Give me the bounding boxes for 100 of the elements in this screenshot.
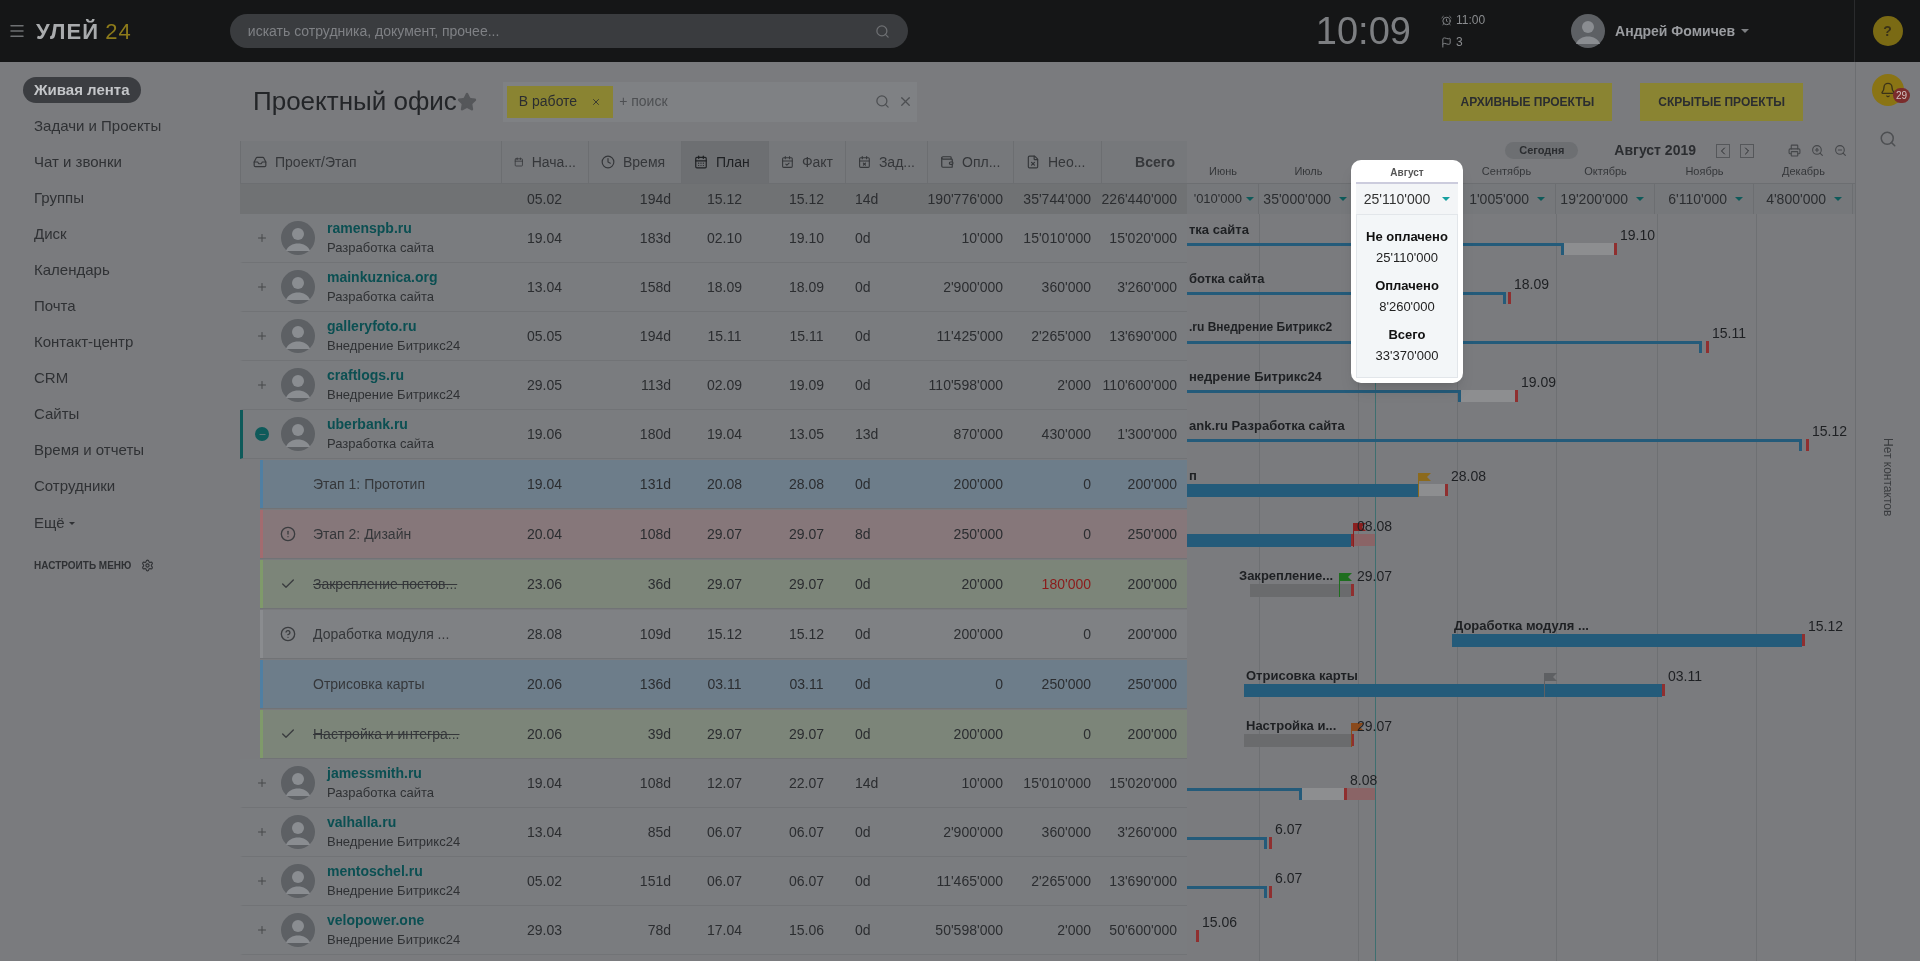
user-menu[interactable]: Андрей Фомичев [1615, 20, 1750, 42]
sidebar-item[interactable]: Сайты [23, 402, 91, 426]
hidden-projects-button[interactable]: СКРЫТЫЕ ПРОЕКТЫ [1640, 82, 1803, 121]
project-link[interactable]: velopower.one [327, 911, 461, 930]
search-icon[interactable] [874, 23, 890, 39]
expand-icon[interactable] [256, 232, 268, 244]
stage-name[interactable]: Отрисовка карты [313, 673, 425, 695]
sidebar-item[interactable]: Сотрудники [23, 474, 127, 498]
stage-row[interactable]: Этап 2: Дизайн 20.04 108d 29.07 29.07 8d 250'000 0 250'000 [260, 510, 1187, 559]
project-row[interactable]: uberbank.ru Разработка сайта 19.06 180d 19.04 13.05 13d 870'000 430'000 1'300'000 [240, 410, 1187, 459]
collapse-button[interactable] [255, 427, 269, 441]
month-total-cell[interactable]: 19'200'000 [1556, 184, 1655, 214]
month-total-cell[interactable]: 6'110'000 [1655, 184, 1754, 214]
table-cell-text: 0d [855, 871, 871, 891]
expand-icon[interactable] [256, 281, 268, 293]
sidebar-item[interactable]: Время и отчеты [23, 438, 156, 462]
project-link[interactable]: ramenspb.ru [327, 219, 434, 238]
sidebar-item[interactable]: Группы [23, 186, 95, 210]
column-header[interactable]: Всего [1101, 141, 1187, 183]
search-input[interactable]: искать сотрудника, документ, прочее... [247, 20, 875, 42]
project-link[interactable]: uberbank.ru [327, 415, 434, 434]
project-link[interactable]: jamessmith.ru [327, 764, 434, 783]
expand-icon[interactable] [256, 379, 268, 391]
expand-icon[interactable] [256, 924, 268, 936]
sidebar-item[interactable]: Почта [23, 294, 87, 318]
column-header[interactable]: Нача... [501, 141, 588, 183]
today-button[interactable]: Сегодня [1505, 142, 1579, 159]
search-field[interactable]: искать сотрудника, документ, прочее... [229, 14, 908, 48]
stage-row[interactable]: Отрисовка карты 20.06 136d 03.11 03.11 0d 0 250'000 250'000 [260, 660, 1187, 709]
expand-icon[interactable] [256, 777, 268, 789]
menu-icon[interactable] [8, 22, 26, 40]
month-total[interactable]: 4'800'000 [1766, 188, 1826, 210]
help-button[interactable]: ? [1872, 16, 1903, 46]
column-header[interactable]: Опл... [927, 141, 1013, 183]
stage-row[interactable]: Доработка модуля ... 28.08 109d 15.12 15.12 0d 200'000 0 200'000 [260, 610, 1187, 659]
stage-name[interactable]: Этап 1: Прототип [313, 473, 425, 495]
gantt-label: недрение Битрикс24 [1189, 368, 1322, 386]
caret-icon[interactable] [1339, 197, 1347, 201]
table-cell-text: 108d [639, 524, 671, 544]
sidebar-item[interactable]: Чат и звонки [23, 150, 133, 174]
sidebar-item[interactable]: Контакт-центр [23, 330, 145, 354]
zoom-out-icon[interactable] [1834, 144, 1847, 157]
deadline-marker [1706, 341, 1709, 353]
month-total-cell[interactable]: '010'000 [1187, 184, 1259, 214]
month-total[interactable]: '010'000 [1193, 189, 1242, 209]
sidebar-item[interactable]: Диск [23, 222, 78, 246]
month-total[interactable]: 1'005'000 [1469, 188, 1529, 210]
filter-tag[interactable]: В работе [506, 85, 614, 118]
project-link[interactable]: mainkuznica.org [327, 268, 438, 287]
expand-icon[interactable] [256, 330, 268, 342]
print-icon[interactable] [1788, 144, 1801, 157]
stage-name[interactable]: Закрепление постов... [313, 573, 458, 595]
stage-row[interactable]: Настройка и интегра... 20.06 39d 29.07 29.07 0d 200'000 0 200'000 [260, 710, 1187, 759]
expand-icon[interactable] [256, 875, 268, 887]
table-cell-text: 29.07 [788, 574, 824, 594]
caret-icon[interactable] [1442, 197, 1451, 201]
project-link[interactable]: mentoschel.ru [327, 862, 461, 881]
caret-icon[interactable] [1735, 197, 1743, 201]
project-link[interactable]: valhalla.ru [327, 813, 461, 832]
settings-icon[interactable] [141, 559, 155, 572]
caret-icon[interactable] [1537, 197, 1545, 201]
stage-row[interactable]: Закрепление постов... 23.06 36d 29.07 29.07 0d 20'000 180'000 200'000 [260, 560, 1187, 609]
stage-name[interactable]: Настройка и интегра... [313, 723, 460, 745]
logo[interactable]: УЛЕЙ 24 [36, 14, 132, 48]
caret-icon[interactable] [1834, 197, 1842, 201]
stage-name[interactable]: Доработка модуля ... [313, 623, 450, 645]
next-button[interactable] [1740, 143, 1754, 158]
table-cell-text: 06.07 [788, 822, 824, 842]
expand-icon[interactable] [256, 826, 268, 838]
month-total[interactable]: 19'200'000 [1560, 188, 1628, 210]
archived-projects-button[interactable]: АРХИВНЫЕ ПРОЕКТЫ [1442, 82, 1613, 121]
stage-row[interactable]: Этап 1: Прототип 19.04 131d 20.08 28.08 0d 200'000 0 200'000 [260, 460, 1187, 509]
sidebar-item[interactable]: Живая лента [23, 76, 141, 104]
more-menu[interactable]: Ещё [34, 511, 75, 535]
caret-icon[interactable] [1246, 197, 1254, 201]
table-cell-text: 20.06 [526, 674, 562, 694]
stage-name[interactable]: Этап 2: Дизайн [313, 523, 412, 545]
month-total[interactable]: 35'000'000 [1263, 188, 1331, 210]
project-link[interactable]: galleryfoto.ru [327, 317, 461, 336]
month-total[interactable]: 6'110'000 [1668, 188, 1727, 210]
month-total-cell[interactable]: 4'800'000 [1754, 184, 1853, 214]
table-cell-text: 20.06 [526, 724, 562, 744]
search-icon[interactable] [1879, 130, 1897, 148]
sidebar-item[interactable]: Задачи и Проекты [23, 114, 173, 138]
column-header[interactable]: Нео... [1013, 141, 1101, 183]
search-icon[interactable] [874, 94, 890, 109]
column-header[interactable]: План [681, 141, 768, 183]
configure-menu-link[interactable]: НАСТРОИТЬ МЕНЮ [34, 558, 132, 573]
column-header[interactable]: Зад... [845, 141, 927, 183]
table-cell-text: 11'425'000 [936, 326, 1003, 346]
column-header[interactable]: Факт [768, 141, 845, 183]
caret-icon[interactable] [1636, 197, 1644, 201]
column-header[interactable]: Проект/Этап [240, 141, 501, 183]
remove-icon[interactable] [591, 96, 602, 107]
sidebar-item[interactable]: Календарь [23, 258, 121, 282]
previous-button[interactable] [1716, 143, 1730, 158]
project-link[interactable]: craftlogs.ru [327, 366, 461, 385]
star-icon[interactable] [456, 91, 477, 112]
sidebar-item[interactable]: CRM [23, 366, 80, 390]
zoom-in-icon[interactable] [1811, 144, 1824, 157]
